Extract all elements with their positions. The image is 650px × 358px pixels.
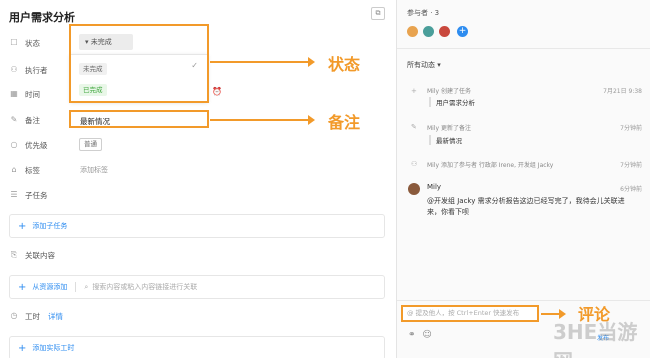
calendar-icon: ▦ xyxy=(10,89,18,98)
activity-time: 7分钟前 xyxy=(620,125,642,132)
user-icon: ⚇ xyxy=(10,65,18,74)
time-field: ▦ 时间 xyxy=(10,89,40,99)
tag-icon: ⌂ xyxy=(11,165,17,174)
priority-field: ○ 优先级 xyxy=(10,140,48,150)
related-search-input[interactable]: 搜索内容或粘入内容链接进行关联 xyxy=(92,282,197,292)
divider xyxy=(397,300,650,301)
activity-quote: 用户需求分析 xyxy=(429,97,475,107)
link-icon: ⎘ xyxy=(10,250,18,259)
list-icon: ☰ xyxy=(10,190,18,199)
add-participant-button[interactable]: + xyxy=(457,26,468,37)
activity-text: Mily 添加了参与者 行政部 Irene, 开发组 Jacky xyxy=(427,162,554,169)
divider xyxy=(397,48,650,49)
activity-text: Mily 创建了任务 xyxy=(427,88,471,95)
status-annotation: 状态 xyxy=(328,55,361,74)
note-arrow xyxy=(210,119,310,121)
activity-text: Mily 更新了备注 xyxy=(427,125,471,132)
add-subtask-button[interactable]: + 添加子任务 xyxy=(9,214,385,238)
status-field: ☐ 状态 xyxy=(10,38,40,48)
alarm-icon[interactable]: ⏰ xyxy=(212,87,222,96)
avatar[interactable] xyxy=(439,26,450,37)
page-title: 用户需求分析 xyxy=(9,11,75,24)
comment-toolbar: ⚭ ☺ xyxy=(408,330,432,340)
add-from-resource-link[interactable]: 从资源添加 xyxy=(32,282,67,292)
avatar[interactable] xyxy=(407,26,418,37)
emoji-icon[interactable]: ☺ xyxy=(422,330,431,340)
plus-icon: + xyxy=(18,281,27,293)
note-highlight-box xyxy=(69,110,209,128)
priority-tag[interactable]: 普通 xyxy=(79,138,102,151)
note-field: ✎ 备注 xyxy=(10,115,40,125)
participants-header: 参与者 · 3 xyxy=(407,9,440,17)
plus-icon: + xyxy=(411,87,417,95)
comment-author: Mily xyxy=(427,183,442,191)
note-annotation: 备注 xyxy=(328,113,361,132)
activity-filter-dropdown[interactable]: 所有动态 ▾ xyxy=(407,60,441,70)
divider xyxy=(75,282,77,292)
watermark: 3HE当游网 xyxy=(553,320,638,358)
checkbox-icon: ☐ xyxy=(10,38,18,47)
user-add-icon: ⚇ xyxy=(411,160,418,168)
avatar[interactable] xyxy=(408,183,420,195)
avatar[interactable] xyxy=(423,26,434,37)
activity-time: 7月21日 9:38 xyxy=(603,88,642,95)
note-arrowhead xyxy=(308,115,315,125)
comment-arrow xyxy=(541,313,561,315)
add-worktime-button[interactable]: + 添加实际工时 xyxy=(9,336,385,358)
status-arrow xyxy=(210,61,310,63)
plus-icon: + xyxy=(18,220,27,232)
assignee-field: ⚇ 执行者 xyxy=(10,65,48,75)
status-arrowhead xyxy=(308,57,315,67)
activity-quote: 最新情况 xyxy=(429,135,462,145)
search-icon: ⌕ xyxy=(84,282,89,291)
activity-time: 7分钟前 xyxy=(620,162,642,169)
worktime-field: ◷ 工时 详情 xyxy=(10,311,64,322)
plus-icon: + xyxy=(18,342,27,354)
comment-text: @开发组 Jacky 需求分析报告这边已经写完了，我待会儿关联进来，你看下呗 xyxy=(427,197,625,216)
tags-field: ⌂ 标签 xyxy=(9,162,40,178)
related-content-bar: + 从资源添加 ⌕ 搜索内容或粘入内容链接进行关联 xyxy=(9,275,385,299)
worktime-detail-link[interactable]: 详情 xyxy=(48,311,63,322)
circle-icon: ○ xyxy=(10,140,18,149)
comment-time: 6分钟前 xyxy=(620,186,642,193)
add-tag-link[interactable]: 添加标签 xyxy=(80,165,108,175)
attachment-icon[interactable]: ⚭ xyxy=(408,330,416,340)
status-highlight-box xyxy=(69,24,209,103)
note-icon: ✎ xyxy=(10,115,18,124)
clock-icon: ◷ xyxy=(10,311,18,320)
comment-input[interactable]: @ 提及他人，按 Ctrl+Enter 快速发布 xyxy=(401,305,539,322)
related-field: ⎘ 关联内容 xyxy=(10,250,55,260)
subtasks-field: ☰ 子任务 xyxy=(10,190,48,200)
expand-icon[interactable]: ⧉ xyxy=(371,7,385,20)
note-icon: ✎ xyxy=(411,123,417,131)
